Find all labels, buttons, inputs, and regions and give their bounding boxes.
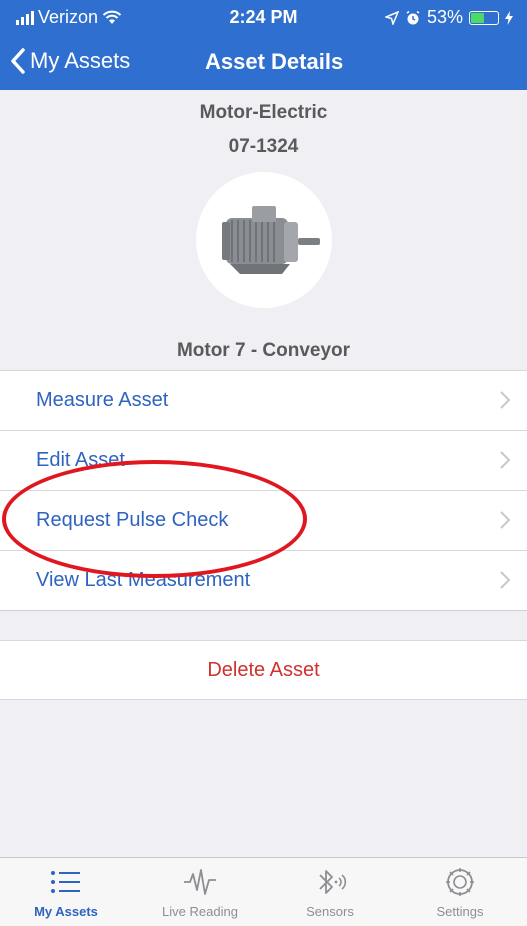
- tab-label: Live Reading: [162, 904, 238, 919]
- back-button-label: My Assets: [30, 48, 131, 73]
- asset-actions-list: Measure Asset Edit Asset Request Pulse C…: [0, 370, 527, 611]
- tab-label: Sensors: [306, 904, 354, 919]
- bluetooth-icon: [319, 870, 347, 894]
- tab-live-reading[interactable]: Live Reading: [140, 858, 260, 926]
- status-right: 53%: [384, 7, 513, 28]
- delete-asset-button[interactable]: Delete Asset: [0, 640, 527, 700]
- gear-icon: [446, 868, 474, 896]
- tab-my-assets[interactable]: My Assets: [6, 858, 126, 926]
- tab-settings[interactable]: Settings: [400, 858, 520, 926]
- asset-name: Motor 7 - Conveyor: [176, 340, 351, 361]
- charging-bolt-icon: [505, 10, 513, 25]
- request-pulse-check-row[interactable]: Request Pulse Check: [0, 491, 527, 551]
- measure-asset-row[interactable]: Measure Asset: [0, 371, 527, 431]
- battery-fill: [471, 12, 484, 23]
- tab-bar: My Assets Live Reading Sensors Settings: [0, 857, 527, 926]
- menu-item-label: Measure Asset: [36, 389, 169, 411]
- status-bar: Verizon 2:24 PM 53%: [0, 0, 527, 36]
- location-arrow-icon: [384, 10, 399, 25]
- chevron-right-icon: [500, 571, 511, 589]
- edit-asset-row[interactable]: Edit Asset: [0, 431, 527, 491]
- back-button[interactable]: My Assets: [10, 48, 130, 74]
- asset-id: 07-1324: [228, 136, 299, 157]
- alarm-icon: [406, 10, 420, 24]
- view-last-measurement-row[interactable]: View Last Measurement: [0, 551, 527, 611]
- chevron-right-icon: [500, 391, 511, 409]
- chevron-right-icon: [500, 511, 511, 529]
- chevron-right-icon: [500, 451, 511, 469]
- asset-header: Motor-Electric 07-1324 Motor 7 - Conveyo…: [0, 90, 527, 370]
- battery-percent: 53%: [426, 7, 463, 27]
- waveform-icon: [184, 869, 216, 895]
- list-icon: [51, 871, 80, 893]
- delete-asset-label: Delete Asset: [207, 659, 320, 681]
- menu-item-label: Edit Asset: [36, 449, 125, 471]
- asset-image: [196, 172, 332, 308]
- asset-type: Motor-Electric: [199, 102, 328, 123]
- tab-sensors[interactable]: Sensors: [270, 858, 390, 926]
- tab-label: My Assets: [34, 904, 98, 919]
- menu-item-label: Request Pulse Check: [36, 509, 229, 531]
- navigation-bar: My Assets Asset Details: [0, 36, 527, 90]
- electric-motor-icon: [222, 206, 320, 274]
- page-title: Asset Details: [205, 49, 344, 74]
- chevron-left-icon: [11, 48, 25, 74]
- menu-item-label: View Last Measurement: [36, 569, 251, 591]
- battery-icon: [469, 10, 499, 25]
- tab-label: Settings: [436, 904, 484, 919]
